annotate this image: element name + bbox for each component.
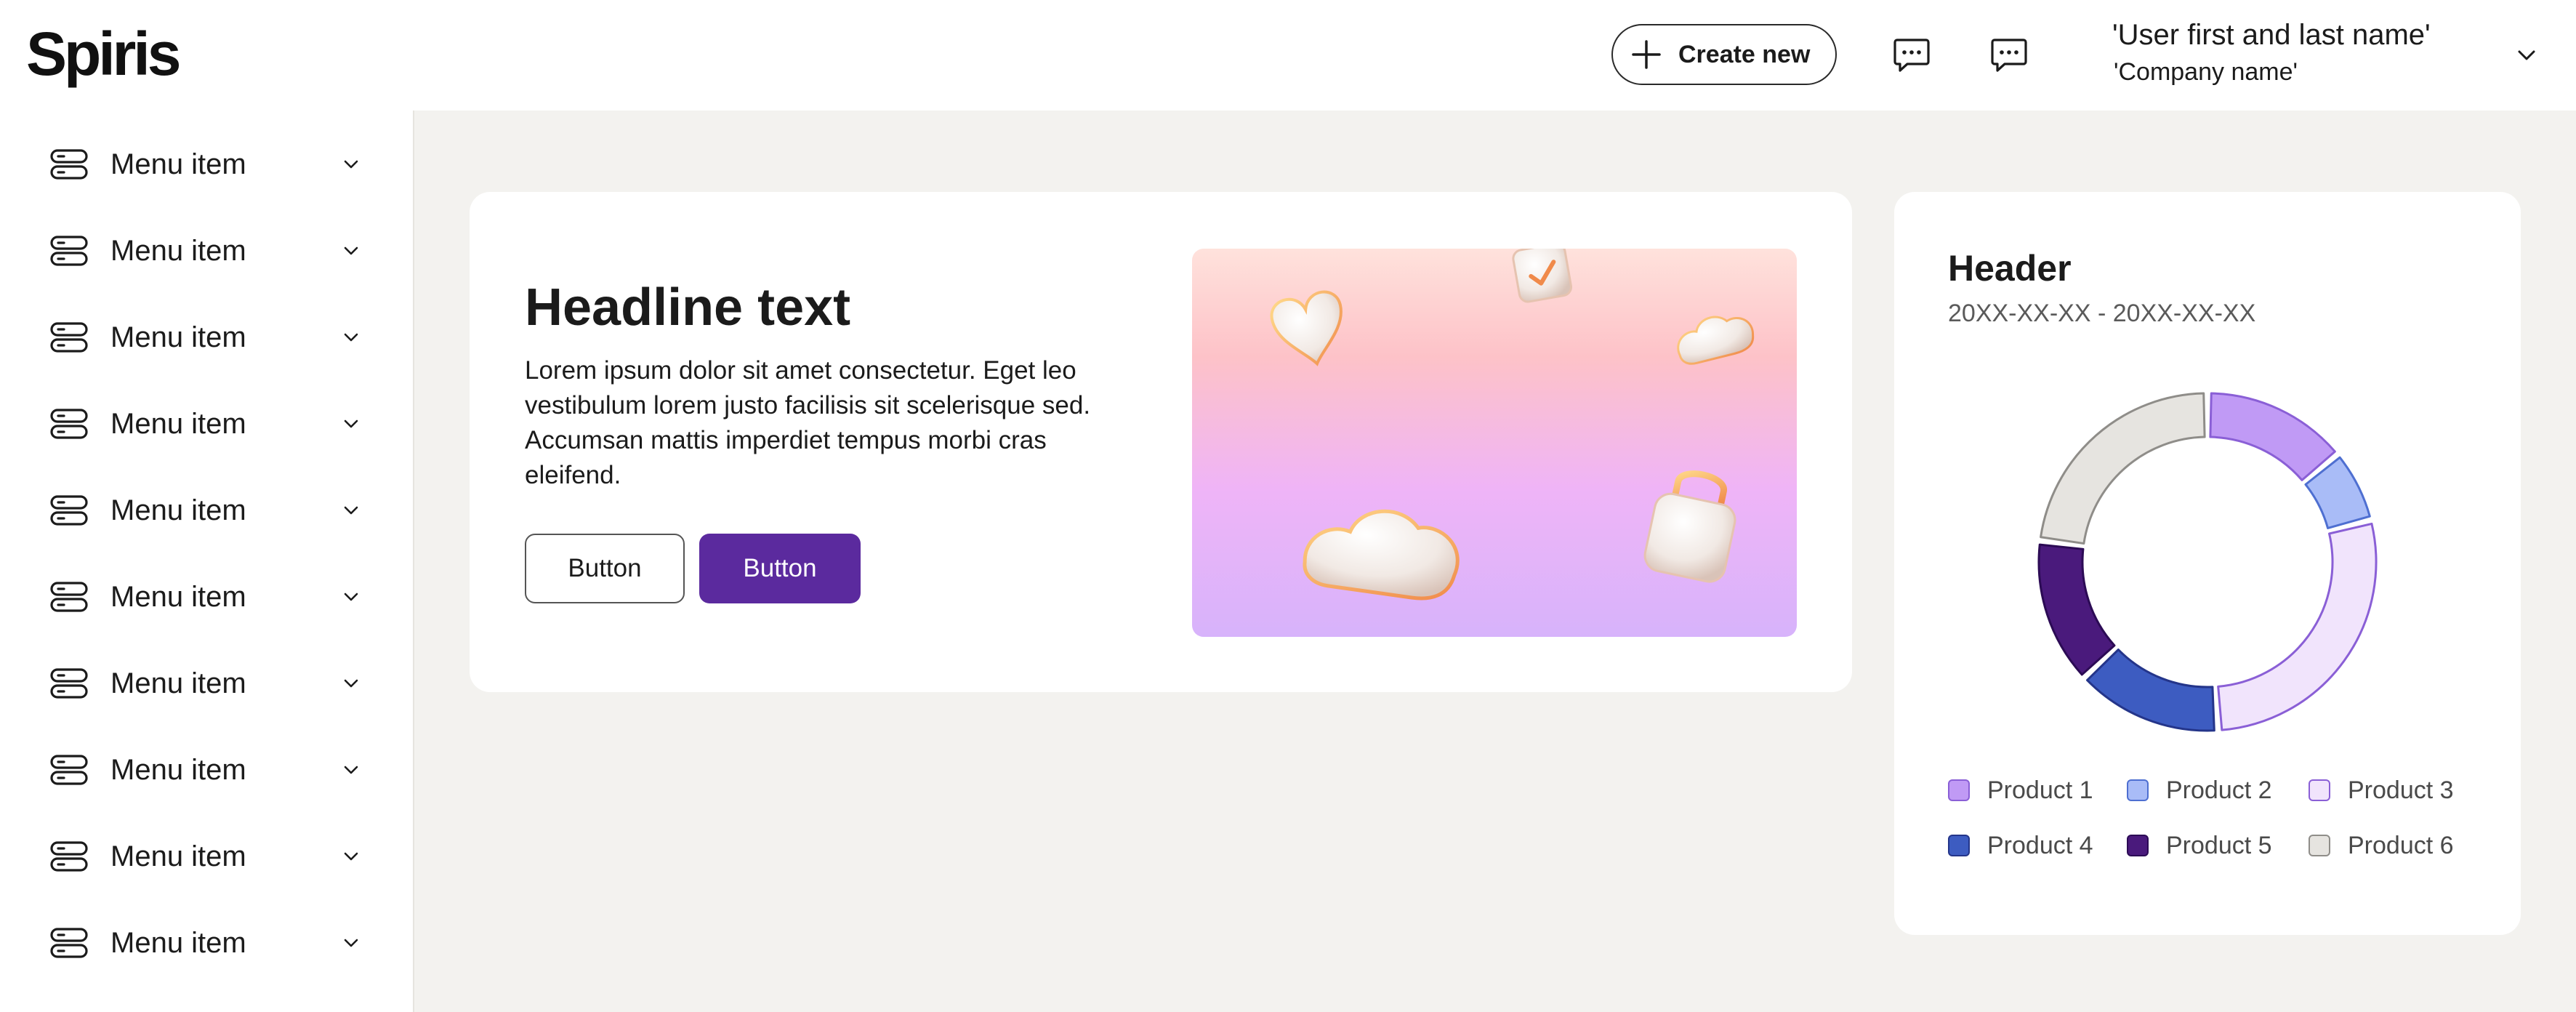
create-new-button[interactable]: Create new xyxy=(1611,24,1837,85)
sidebar-item[interactable]: Menu item xyxy=(0,387,413,460)
hero-body-text: Lorem ipsum dolor sit amet consectetur. … xyxy=(525,356,1091,489)
chat-icon xyxy=(1893,39,1930,72)
legend-swatch xyxy=(1948,835,1970,856)
spiris-logo[interactable]: Spiris xyxy=(26,19,181,89)
sidebar-item[interactable]: Menu item xyxy=(0,561,413,633)
menu-stack-icon xyxy=(50,841,88,872)
legend-item[interactable]: Product 6 xyxy=(2309,830,2454,862)
heart-icon xyxy=(1270,290,1343,366)
chevron-down-icon[interactable] xyxy=(339,498,363,523)
chat-icon xyxy=(1991,39,2027,72)
sidebar-item[interactable]: Menu item xyxy=(0,820,413,893)
legend-label: Product 1 xyxy=(1987,776,2093,804)
donut-chart xyxy=(2037,392,2378,732)
menu-stack-icon xyxy=(50,149,88,180)
legend-swatch xyxy=(2309,779,2330,801)
hero-card: Headline text Lorem ipsum dolor sit amet… xyxy=(470,192,1852,692)
menu-stack-icon xyxy=(50,322,88,353)
chart-date-range: 20XX-XX-XX - 20XX-XX-XX xyxy=(1948,300,2256,327)
sidebar-item-label: Menu item xyxy=(110,840,246,872)
sidebar-item-label: Menu item xyxy=(110,234,246,267)
sidebar-item-label: Menu item xyxy=(110,753,246,786)
donut-segment-product-5[interactable] xyxy=(2037,543,2116,676)
sidebar-item-label: Menu item xyxy=(110,321,246,353)
headline: Headline text xyxy=(525,278,851,337)
sidebar-item[interactable]: Menu item xyxy=(0,734,413,806)
chevron-down-icon[interactable] xyxy=(339,844,363,869)
create-new-label: Create new xyxy=(1678,40,1811,68)
sidebar-item-label: Menu item xyxy=(110,494,246,526)
sidebar-item[interactable]: Menu item xyxy=(0,907,413,979)
company-name[interactable]: 'Company name' xyxy=(2114,58,2298,87)
sidebar-item-label: Menu item xyxy=(110,926,246,959)
secondary-button[interactable]: Button xyxy=(525,534,685,603)
chevron-down-icon[interactable] xyxy=(339,411,363,436)
sidebar-item-label: Menu item xyxy=(110,667,246,699)
menu-stack-icon xyxy=(50,668,88,699)
hero-illustration xyxy=(1192,249,1797,637)
chevron-down-icon[interactable] xyxy=(339,585,363,609)
menu-stack-icon xyxy=(50,236,88,266)
legend-label: Product 6 xyxy=(2348,831,2454,859)
legend-swatch xyxy=(2309,835,2330,856)
chevron-down-icon[interactable] xyxy=(339,931,363,955)
notifications-button[interactable] xyxy=(1981,29,2037,80)
sidebar-item[interactable]: Menu item xyxy=(0,301,413,374)
menu-stack-icon xyxy=(50,582,88,612)
cloud-icon xyxy=(1303,509,1460,601)
messages-button[interactable] xyxy=(1884,29,1939,80)
legend-item[interactable]: Product 4 xyxy=(1948,830,2093,862)
primary-button[interactable]: Button xyxy=(699,534,861,603)
sidebar-item[interactable]: Menu item xyxy=(0,128,413,201)
chevron-down-icon[interactable] xyxy=(339,152,363,177)
chart-card: Header 20XX-XX-XX - 20XX-XX-XX Product 1… xyxy=(1894,192,2521,935)
check-tile-icon xyxy=(1512,249,1573,303)
plus-icon xyxy=(1632,40,1661,69)
cloud-icon xyxy=(1677,316,1755,365)
chevron-down-icon[interactable] xyxy=(339,325,363,350)
sidebar-item-label: Menu item xyxy=(110,580,246,613)
legend-item[interactable]: Product 2 xyxy=(2127,774,2272,806)
chevron-down-icon[interactable] xyxy=(339,671,363,696)
legend-item[interactable]: Product 1 xyxy=(1948,774,2093,806)
chevron-down-icon[interactable] xyxy=(339,238,363,263)
sidebar-item[interactable]: Menu item xyxy=(0,474,413,547)
lock-icon xyxy=(1643,470,1736,583)
sidebar-item[interactable]: Menu item xyxy=(0,214,413,287)
legend-label: Product 2 xyxy=(2166,776,2272,804)
menu-stack-icon xyxy=(50,409,88,439)
legend-item[interactable]: Product 3 xyxy=(2309,774,2454,806)
legend-swatch xyxy=(2127,835,2149,856)
legend-label: Product 4 xyxy=(1987,831,2093,859)
legend-label: Product 5 xyxy=(2166,831,2272,859)
chevron-down-icon[interactable] xyxy=(339,758,363,782)
donut-segment-product-4[interactable] xyxy=(2086,648,2215,732)
legend-item[interactable]: Product 5 xyxy=(2127,830,2272,862)
menu-stack-icon xyxy=(50,495,88,526)
top-bar: Spiris Create new 'User first and last n… xyxy=(0,0,2576,111)
donut-segment-product-6[interactable] xyxy=(2040,392,2206,545)
chevron-down-icon[interactable] xyxy=(2511,39,2543,71)
legend-label: Product 3 xyxy=(2348,776,2454,804)
chart-header: Header xyxy=(1948,248,2072,289)
sidebar-item-label: Menu item xyxy=(110,148,246,180)
menu-stack-icon xyxy=(50,755,88,785)
sidebar-item[interactable]: Menu item xyxy=(0,647,413,720)
legend-swatch xyxy=(2127,779,2149,801)
menu-stack-icon xyxy=(50,928,88,958)
donut-segment-product-1[interactable] xyxy=(2209,392,2336,481)
sidebar-item-label: Menu item xyxy=(110,407,246,440)
user-name[interactable]: 'User first and last name' xyxy=(2112,19,2431,52)
legend-swatch xyxy=(1948,779,1970,801)
donut-segment-product-3[interactable] xyxy=(2217,522,2378,731)
sidebar: Menu item Menu item Menu item Menu item Menu… xyxy=(0,111,414,1012)
